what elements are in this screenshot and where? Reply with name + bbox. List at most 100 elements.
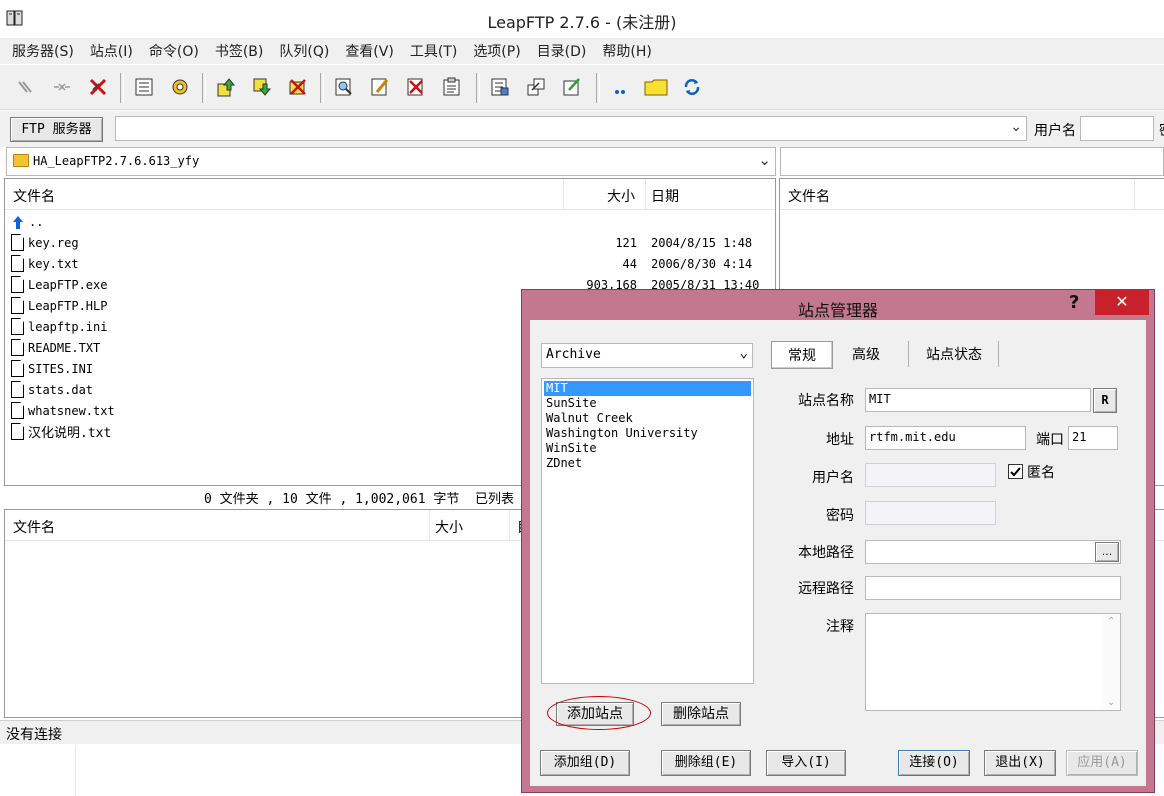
site-list-item[interactable]: Washington University [544, 426, 751, 441]
file-row[interactable]: 汉化说明.txt [11, 421, 111, 442]
site-list-item[interactable]: Walnut Creek [544, 411, 751, 426]
comment-textarea[interactable]: ⌃ ⌄ [865, 613, 1121, 711]
menu-help[interactable]: 帮助(H) [594, 41, 659, 61]
server-address-combo[interactable]: ⌄ [115, 116, 1027, 141]
import-button[interactable]: 导入(I) [766, 750, 846, 776]
menu-server[interactable]: 服务器(S) [4, 41, 82, 61]
password-input[interactable] [865, 501, 996, 525]
site-list-item[interactable]: SunSite [544, 396, 751, 411]
menu-site[interactable]: 站点(I) [82, 41, 141, 61]
chevron-down-icon[interactable]: ⌄ [740, 345, 748, 361]
tab-general[interactable]: 常规 [771, 341, 833, 369]
connect-button[interactable]: 连接(O) [898, 750, 970, 776]
local-status-text: 0 文件夹 , 10 文件 , 1,002,061 字节 已列表 [204, 492, 515, 507]
checkmark-icon [1010, 467, 1021, 477]
site-list-item[interactable]: WinSite [544, 441, 751, 456]
rename-icon[interactable] [558, 73, 586, 101]
refresh-icon[interactable] [678, 73, 706, 101]
abort-icon[interactable] [84, 73, 112, 101]
edit-icon[interactable] [366, 73, 394, 101]
column-name-header[interactable]: 文件名 [13, 517, 55, 537]
username-input[interactable] [865, 463, 996, 487]
file-row[interactable]: README.TXT [11, 337, 100, 358]
password-label-truncated: 密 [1159, 120, 1164, 140]
file-row[interactable]: whatsnew.txt [11, 400, 115, 421]
site-list[interactable]: MIT SunSite Walnut Creek Washington Univ… [541, 378, 754, 684]
delete-site-button[interactable]: 删除站点 [661, 702, 741, 726]
menu-bookmarks[interactable]: 书签(B) [207, 41, 272, 61]
tab-advanced[interactable]: 高级 [836, 341, 896, 367]
browse-button[interactable]: ... [1095, 542, 1119, 562]
tab-site-status[interactable]: 站点状态 [914, 341, 994, 367]
transfer-icon[interactable] [522, 73, 550, 101]
menu-options[interactable]: 选项(P) [465, 41, 528, 61]
column-size-header[interactable]: 大小 [607, 186, 635, 206]
find-icon[interactable] [330, 73, 358, 101]
file-row[interactable]: key.txt [11, 253, 79, 274]
group-select[interactable]: Archive ⌄ [541, 343, 753, 368]
parent-directory-row[interactable]: .. [11, 211, 43, 232]
chevron-down-icon[interactable]: ⌄ [758, 151, 771, 169]
ftp-server-button[interactable]: FTP 服务器 [10, 117, 103, 142]
menu-queue[interactable]: 队列(Q) [271, 41, 337, 61]
chevron-down-icon[interactable]: ⌄ [1107, 697, 1115, 708]
site-list-item[interactable]: MIT [544, 381, 751, 396]
highlight-circle [547, 696, 651, 730]
chevron-up-icon[interactable]: ⌃ [1107, 616, 1115, 627]
local-path-combo[interactable]: HA_LeapFTP2.7.6.613_yfy ⌄ [6, 147, 776, 176]
port-input[interactable]: 21 [1068, 426, 1118, 450]
username-input[interactable] [1080, 116, 1154, 141]
delete-group-button[interactable]: 删除组(E) [661, 750, 751, 776]
username-label: 用户名 [812, 470, 854, 486]
menu-directory[interactable]: 目录(D) [529, 41, 595, 61]
log-icon[interactable] [486, 73, 514, 101]
exit-button[interactable]: 退出(X) [984, 750, 1056, 776]
username-label: 用户名 [1034, 123, 1076, 139]
delete-queue-icon[interactable] [284, 73, 312, 101]
download-icon[interactable] [248, 73, 276, 101]
scrollbar[interactable]: ⌃ ⌄ [1103, 614, 1120, 710]
address-input[interactable]: rtfm.mit.edu [865, 426, 1026, 450]
file-row[interactable]: leapftp.ini [11, 316, 107, 337]
remote-path-combo[interactable] [780, 147, 1164, 176]
window-title: LeapFTP 2.7.6 - (未注册) [487, 13, 677, 32]
close-button[interactable]: ✕ [1095, 290, 1149, 315]
add-group-button[interactable]: 添加组(D) [540, 750, 630, 776]
port-label: 端口 [1036, 432, 1064, 448]
file-row[interactable]: SITES.INI [11, 358, 93, 379]
column-size-header[interactable]: 大小 [435, 517, 463, 537]
anonymous-checkbox[interactable] [1008, 464, 1023, 479]
upload-icon[interactable] [212, 73, 240, 101]
column-date-header[interactable]: 日期 [651, 186, 679, 206]
menu-command[interactable]: 命令(O) [141, 41, 207, 61]
dots-icon[interactable] [606, 73, 634, 101]
file-date: 2006/8/30 4:14 [651, 256, 753, 271]
remote-path-input[interactable] [865, 576, 1121, 600]
file-row[interactable]: stats.dat [11, 379, 93, 400]
disconnect-icon[interactable] [48, 73, 76, 101]
file-size: 121 [615, 235, 637, 250]
connect-icon[interactable] [12, 73, 40, 101]
address-value: rtfm.mit.edu [869, 430, 956, 444]
site-name-input[interactable]: MIT [865, 388, 1091, 412]
delete-icon[interactable] [402, 73, 430, 101]
menu-view[interactable]: 查看(V) [337, 41, 402, 61]
settings-icon[interactable] [166, 73, 194, 101]
group-select-value: Archive [546, 347, 601, 362]
r-button[interactable]: R [1093, 388, 1117, 413]
local-path-input[interactable]: ... [865, 540, 1121, 564]
folder-icon[interactable] [642, 73, 670, 101]
file-row[interactable]: LeapFTP.HLP [11, 295, 107, 316]
properties-icon[interactable] [438, 73, 466, 101]
apply-button[interactable]: 应用(A) [1066, 750, 1138, 776]
file-row[interactable]: key.reg [11, 232, 79, 253]
file-row[interactable]: LeapFTP.exe [11, 274, 107, 295]
menu-tools[interactable]: 工具(T) [402, 41, 465, 61]
file-icon [11, 234, 24, 251]
help-button[interactable]: ? [1069, 292, 1079, 313]
column-name-header[interactable]: 文件名 [788, 186, 830, 206]
chevron-down-icon[interactable]: ⌄ [1010, 119, 1022, 135]
column-name-header[interactable]: 文件名 [13, 186, 55, 206]
site-list-item[interactable]: ZDnet [544, 456, 751, 471]
queue-list-icon[interactable] [130, 73, 158, 101]
